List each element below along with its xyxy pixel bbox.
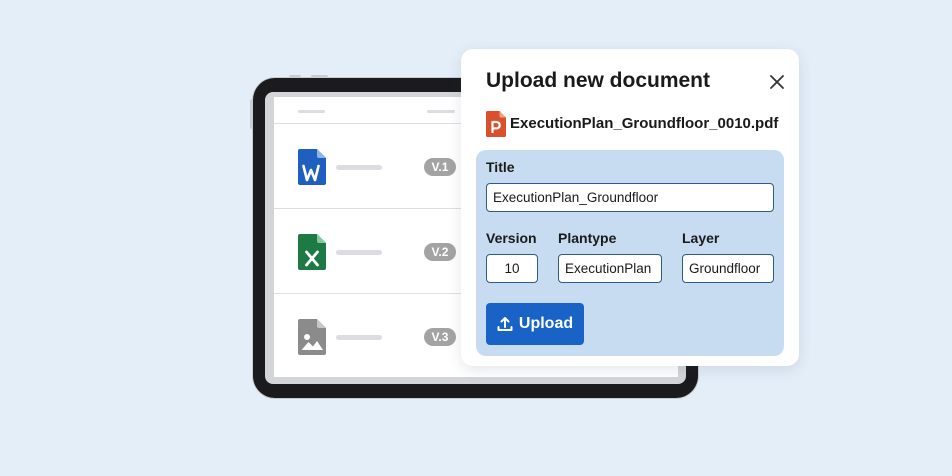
layer-label: Layer (682, 230, 720, 246)
upload-button-label: Upload (518, 315, 574, 332)
word-file-icon (298, 149, 326, 185)
file-name-placeholder (336, 165, 382, 170)
version-label: Version (486, 230, 537, 246)
list-header-placeholder (298, 110, 325, 113)
stage: V.1 V.2 V.3 Upload new document Executio… (0, 0, 952, 476)
version-badge: V.2 (424, 243, 456, 261)
file-name-placeholder (336, 250, 382, 255)
upload-dialog: Upload new document ExecutionPlan_Ground… (461, 49, 799, 366)
pdf-file-icon (486, 111, 506, 137)
layer-input[interactable] (682, 254, 774, 283)
plantype-input[interactable] (558, 254, 662, 283)
version-badge: V.1 (424, 158, 456, 176)
close-icon[interactable] (769, 74, 785, 90)
dialog-title: Upload new document (486, 69, 711, 92)
title-input[interactable] (486, 183, 774, 212)
excel-file-icon (298, 234, 326, 270)
document-form: Title Version Plantype Layer Upload (476, 150, 784, 356)
version-badge: V.3 (424, 328, 456, 346)
image-file-icon (298, 319, 326, 355)
upload-button[interactable]: Upload (486, 303, 584, 345)
list-header-placeholder (427, 110, 455, 113)
selected-file-name: ExecutionPlan_Groundfloor_0010.pdf (510, 115, 779, 132)
plantype-label: Plantype (558, 230, 617, 246)
file-name-placeholder (336, 335, 382, 340)
upload-icon (497, 317, 513, 331)
version-input[interactable] (486, 254, 538, 283)
title-label: Title (486, 159, 515, 175)
